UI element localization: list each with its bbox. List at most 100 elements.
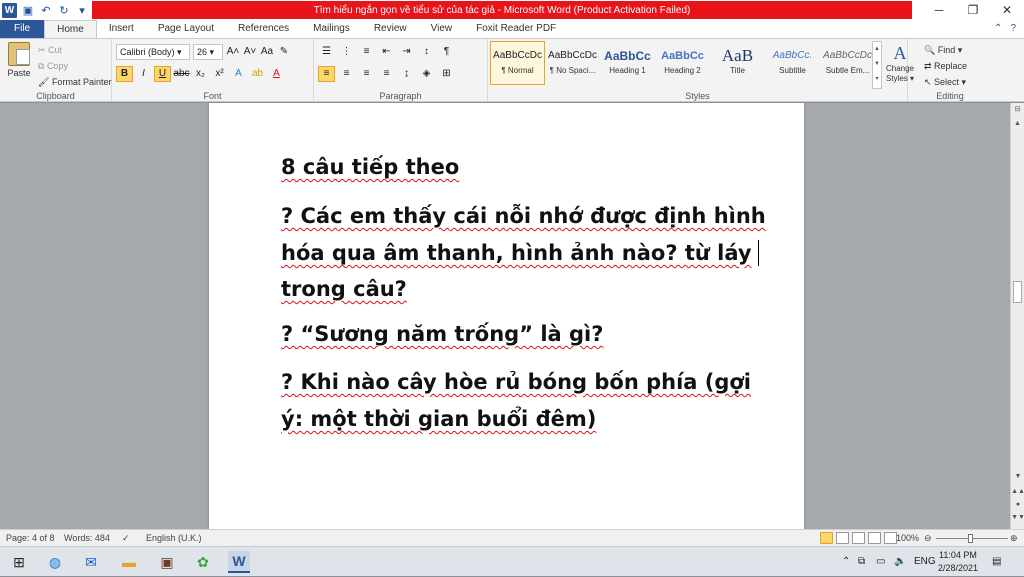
next-page-icon[interactable]: ▼▼ xyxy=(1011,514,1024,521)
doc-line[interactable]: ? Khi nào cây hòe rủ bóng bốn phía (gợi xyxy=(281,370,751,394)
word-count[interactable]: Words: 484 xyxy=(64,530,110,547)
document-page[interactable]: 8 câu tiếp theo ? Các em thấy cái nỗi nh… xyxy=(209,103,804,529)
photos-app-icon[interactable]: ▣ xyxy=(156,551,178,573)
word-app-icon[interactable]: W xyxy=(2,2,17,18)
style-title[interactable]: AaB Title xyxy=(710,41,765,85)
copy-button[interactable]: ⧉ Copy xyxy=(38,58,111,74)
tray-app-icon[interactable]: ⧉ xyxy=(858,547,865,577)
tab-foxit-reader-pdf[interactable]: Foxit Reader PDF xyxy=(464,20,568,38)
doc-line-heading[interactable]: 8 câu tiếp theo xyxy=(281,155,459,179)
italic-button[interactable]: I xyxy=(135,66,152,82)
font-size-select[interactable]: 26 ▾ xyxy=(193,44,223,60)
style-subtle-emphasis[interactable]: AaBbCcDc Subtle Em... xyxy=(820,41,875,85)
font-color-icon[interactable]: A xyxy=(268,66,285,82)
bullets-icon[interactable]: ☰ xyxy=(318,44,335,60)
restore-button[interactable]: ❐ xyxy=(956,0,990,20)
tab-mailings[interactable]: Mailings xyxy=(301,20,362,38)
word-taskbar-icon[interactable]: W xyxy=(228,551,250,573)
tab-page-layout[interactable]: Page Layout xyxy=(146,20,226,38)
undo-icon[interactable]: ↶ xyxy=(39,3,53,17)
shrink-font-icon[interactable]: A˅ xyxy=(243,44,257,60)
style-subtitle[interactable]: AaBbCc. Subtitle xyxy=(765,41,820,85)
language-indicator[interactable]: English (U.K.) xyxy=(146,530,202,547)
multilevel-list-icon[interactable]: ≡ xyxy=(358,44,375,60)
format-painter-button[interactable]: 🖌 Format Painter xyxy=(38,74,111,90)
page-count[interactable]: Page: 4 of 8 xyxy=(6,530,55,547)
zoom-slider-knob[interactable] xyxy=(968,534,973,543)
cut-button[interactable]: ✂ Cut xyxy=(38,42,111,58)
find-button[interactable]: 🔍 Find ▾ xyxy=(924,42,967,58)
zoom-out-icon[interactable]: ⊖ xyxy=(924,530,932,547)
input-language[interactable]: ENG xyxy=(914,547,936,577)
proofing-icon[interactable]: ✓ xyxy=(122,530,130,547)
scroll-thumb[interactable] xyxy=(1013,281,1022,303)
network-icon[interactable]: ▭ xyxy=(876,547,885,577)
previous-page-icon[interactable]: ▲▲ xyxy=(1011,488,1024,495)
mail-icon[interactable]: ✉ xyxy=(80,551,102,573)
web-layout-view-button[interactable] xyxy=(852,532,865,544)
style-normal[interactable]: AaBbCcDc ¶ Normal xyxy=(490,41,545,85)
sort-icon[interactable]: ↕ xyxy=(418,44,435,60)
close-button[interactable]: ✕ xyxy=(990,0,1024,20)
decrease-indent-icon[interactable]: ⇤ xyxy=(378,44,395,60)
justify-button[interactable]: ≡ xyxy=(378,66,395,82)
strikethrough-button[interactable]: abc xyxy=(173,66,190,82)
tab-references[interactable]: References xyxy=(226,20,301,38)
zoom-in-icon[interactable]: ⊕ xyxy=(1010,530,1018,547)
redo-icon[interactable]: ↻ xyxy=(57,3,71,17)
style-heading-1[interactable]: AaBbCc Heading 1 xyxy=(600,41,655,85)
replace-button[interactable]: ⇄ Replace xyxy=(924,58,967,74)
document-area[interactable]: 8 câu tiếp theo ? Các em thấy cái nỗi nh… xyxy=(0,103,1010,529)
scroll-up-icon[interactable]: ▲ xyxy=(1011,117,1024,131)
tab-view[interactable]: View xyxy=(419,20,465,38)
windows-start-icon[interactable]: ⊞ xyxy=(8,551,30,573)
borders-icon[interactable]: ⊞ xyxy=(438,66,455,82)
grow-font-icon[interactable]: A˄ xyxy=(226,44,240,60)
print-layout-view-button[interactable] xyxy=(820,532,833,544)
save-icon[interactable]: ▣ xyxy=(21,3,35,17)
tab-file[interactable]: File xyxy=(0,20,45,38)
select-button[interactable]: ↖ Select ▾ xyxy=(924,74,967,90)
show-hidden-icons-icon[interactable]: ⌃ xyxy=(842,547,850,577)
align-center-button[interactable]: ≡ xyxy=(338,66,355,82)
font-name-select[interactable]: Calibri (Body) ▾ xyxy=(116,44,190,60)
change-styles-button[interactable]: A Change Styles ▾ xyxy=(884,42,916,84)
file-explorer-icon[interactable]: ▬ xyxy=(118,551,140,573)
zoom-level[interactable]: 100% xyxy=(896,530,919,547)
minimize-ribbon-icon[interactable]: ⌃ xyxy=(994,20,1002,38)
shading-icon[interactable]: ◈ xyxy=(418,66,435,82)
change-case-icon[interactable]: Aa xyxy=(260,44,274,60)
tab-home[interactable]: Home xyxy=(44,20,97,38)
line-spacing-icon[interactable]: ↨ xyxy=(398,66,415,82)
doc-line[interactable]: trong câu? xyxy=(281,277,407,301)
underline-button[interactable]: U xyxy=(154,66,171,82)
doc-line[interactable]: ? Các em thấy cái nỗi nhớ được định hình xyxy=(281,204,766,228)
doc-line[interactable]: hóa qua âm thanh, hình ảnh nào? từ láy xyxy=(281,240,759,266)
doc-line[interactable]: ? “Sương năm trống” là gì? xyxy=(281,322,603,346)
paste-button[interactable]: Paste xyxy=(5,42,33,78)
tab-review[interactable]: Review xyxy=(362,20,419,38)
styles-scroll[interactable]: ▲ ▼ ▾ xyxy=(872,41,882,89)
numbering-icon[interactable]: ⋮ xyxy=(338,44,355,60)
taskbar-clock[interactable]: 11:04 PM 2/28/2021 xyxy=(938,549,978,575)
volume-icon[interactable]: 🔈 xyxy=(894,547,906,577)
align-left-button[interactable]: ≡ xyxy=(318,66,335,82)
customize-qat-icon[interactable]: ▾ xyxy=(75,3,89,17)
bold-button[interactable]: B xyxy=(116,66,133,82)
ruler-toggle-icon[interactable]: ⊟ xyxy=(1011,103,1024,117)
superscript-button[interactable]: x² xyxy=(211,66,228,82)
highlight-icon[interactable]: ab xyxy=(249,66,266,82)
vertical-scrollbar[interactable]: ⊟ ▲ ▼ ▲▲ ● ▼▼ xyxy=(1010,103,1024,529)
full-screen-view-button[interactable] xyxy=(836,532,849,544)
browse-object-icon[interactable]: ● xyxy=(1011,501,1024,508)
style-heading-2[interactable]: AaBbCc Heading 2 xyxy=(655,41,710,85)
increase-indent-icon[interactable]: ⇥ xyxy=(398,44,415,60)
doc-line[interactable]: ý: một thời gian buổi đêm) xyxy=(281,407,596,431)
tab-insert[interactable]: Insert xyxy=(97,20,146,38)
style-no-spacing[interactable]: AaBbCcDc ¶ No Spaci... xyxy=(545,41,600,85)
green-app-icon[interactable]: ✿ xyxy=(192,551,214,573)
minimize-button[interactable]: ─ xyxy=(922,0,956,20)
notifications-icon[interactable]: ▤ xyxy=(992,547,1001,577)
clear-formatting-icon[interactable]: ✎ xyxy=(277,44,291,60)
scroll-down-icon[interactable]: ▼ xyxy=(1011,473,1024,480)
